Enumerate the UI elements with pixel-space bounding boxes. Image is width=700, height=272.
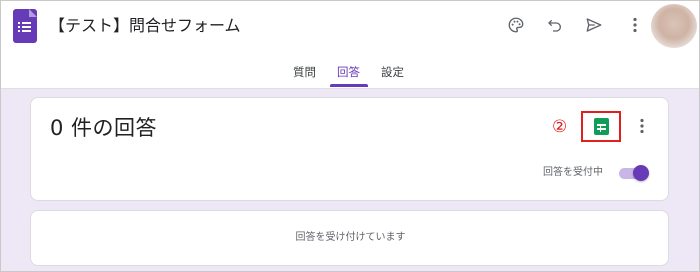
form-title[interactable]: 【テスト】問合せフォーム (49, 13, 241, 39)
responses-more-button[interactable] (630, 112, 654, 140)
forms-logo-icon[interactable] (13, 9, 37, 43)
responses-status-card: 回答を受け付けています (30, 210, 669, 266)
app-header: 【テスト】問合せフォーム 質問 回答 設定 (1, 1, 699, 89)
accepting-responses-toggle[interactable] (619, 165, 651, 181)
link-to-sheets-button[interactable] (581, 111, 621, 142)
palette-icon[interactable] (502, 11, 530, 39)
accepting-responses-message: 回答を受け付けています (295, 232, 406, 243)
tab-settings[interactable]: 設定 (381, 63, 404, 87)
undo-icon[interactable] (541, 11, 569, 39)
tab-questions[interactable]: 質問 (293, 63, 316, 87)
responses-content: 0 件の回答 ② 回答を受付中 回答を受け付けています (1, 89, 699, 271)
accepting-responses-label: 回答を受付中 (543, 167, 603, 178)
more-vert-icon[interactable] (621, 11, 649, 39)
sheets-icon (593, 118, 609, 135)
response-count-title: 0 件の回答 (50, 116, 158, 140)
active-tab-indicator (330, 84, 368, 87)
more-vert-icon (640, 118, 644, 134)
annotation-marker: ② (552, 117, 568, 137)
avatar[interactable] (651, 4, 697, 48)
forms-window: 【テスト】問合せフォーム 質問 回答 設定 0 件の回答 ② 回答を受付中 回答… (0, 0, 700, 272)
send-icon[interactable] (580, 11, 608, 39)
tab-bar: 質問 回答 設定 (1, 59, 699, 89)
responses-summary-card: 0 件の回答 ② 回答を受付中 (30, 97, 669, 201)
